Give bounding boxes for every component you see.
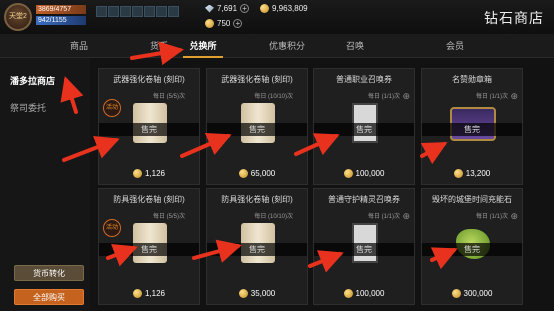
token-coin-icon — [205, 19, 214, 28]
item-name: 毁坏的城堡时间充能石 — [432, 195, 512, 204]
buff-icon — [156, 6, 167, 17]
item-name: 武器强化卷轴 (刻印) — [113, 75, 185, 84]
gold-currency: 9,963,809 — [260, 4, 308, 13]
buff-icon — [120, 6, 131, 17]
price-value: 100,000 — [355, 289, 385, 298]
item-name: 防具强化卷轴 (刻印) — [221, 195, 293, 204]
event-badge: 活动 — [103, 219, 121, 237]
item-card[interactable]: 防具强化卷轴 (刻印) 每日 (10/10)次 售完 35,000 — [206, 188, 308, 305]
gem-icon — [205, 4, 214, 13]
item-card[interactable]: 普通职业召唤券 每日 (1/1)次 ⊕ 售完 100,000 — [313, 68, 415, 185]
purchase-limit: 每日 (1/1)次 — [367, 94, 400, 100]
sold-out-label: 售完 — [422, 243, 522, 256]
purchase-limit: 每日 (10/10)次 — [254, 214, 293, 220]
purchase-limit: 每日 (1/1)次 — [475, 94, 508, 100]
shop-tabs: 商品 货币 兑换所 优惠积分 召唤 会员 — [0, 34, 554, 58]
token-amount: 750 — [217, 19, 231, 28]
item-price: 65,000 — [207, 169, 307, 178]
item-card[interactable]: 武器强化卷轴 (刻印) 活动 每日 (5/5)次 售完 1,126 — [98, 68, 200, 185]
price-value: 1,126 — [144, 289, 166, 298]
token-currency: 750 + — [205, 19, 243, 28]
zoom-icon[interactable]: ⊕ — [402, 91, 410, 102]
tab-discount-points[interactable]: 优惠积分 — [252, 34, 322, 58]
buy-all-button[interactable]: 全部购买 — [14, 289, 84, 305]
sold-out-label: 售完 — [207, 123, 307, 136]
tab-goods[interactable]: 商品 — [44, 34, 114, 58]
add-tokens-button[interactable]: + — [233, 19, 243, 28]
gem-currency: 7,691 + — [205, 4, 250, 13]
sold-out-label: 售完 — [314, 243, 414, 256]
gold-coin-icon — [451, 289, 461, 298]
item-name: 普通职业召唤券 — [336, 75, 392, 84]
buff-icon — [144, 6, 155, 17]
sold-out-label: 售完 — [207, 243, 307, 256]
player-avatar[interactable]: 天堂2 — [4, 3, 32, 31]
gold-coin-icon — [343, 169, 353, 178]
gold-coin-icon — [238, 289, 248, 298]
hp-bar: 3869/4757 — [36, 5, 86, 14]
tab-summon[interactable]: 召唤 — [320, 34, 390, 58]
gold-coin-icon — [238, 169, 248, 178]
purchase-limit: 每日 (1/1)次 — [475, 214, 508, 220]
price-value: 13,200 — [465, 169, 491, 178]
purchase-limit: 每日 (5/5)次 — [152, 214, 185, 220]
item-card[interactable]: 武器强化卷轴 (刻印) 每日 (10/10)次 售完 65,000 — [206, 68, 308, 185]
price-value: 300,000 — [463, 289, 493, 298]
item-price: 1,126 — [99, 169, 199, 178]
item-name: 名赞勋章箱 — [452, 75, 492, 84]
price-value: 35,000 — [250, 289, 276, 298]
purchase-limit: 每日 (5/5)次 — [152, 94, 185, 100]
item-price: 300,000 — [422, 289, 522, 298]
item-name: 武器强化卷轴 (刻印) — [221, 75, 293, 84]
gold-coin-icon — [260, 4, 269, 13]
buff-icons — [96, 6, 179, 17]
sidebar-item-priest-request[interactable]: 祭司委托 — [10, 101, 46, 114]
sold-out-label: 售完 — [99, 243, 199, 256]
mp-bar: 942/1155 — [36, 16, 86, 25]
gold-coin-icon — [132, 169, 142, 178]
purchase-limit: 每日 (10/10)次 — [254, 94, 293, 100]
sidebar-item-pandora-shop[interactable]: 潘多拉商店 — [10, 74, 55, 87]
gem-amount: 7,691 — [217, 4, 238, 13]
gold-coin-icon — [343, 289, 353, 298]
price-value: 100,000 — [355, 169, 385, 178]
item-card[interactable]: 防具强化卷轴 (刻印) 活动 每日 (5/5)次 售完 1,126 — [98, 188, 200, 305]
item-price: 100,000 — [314, 289, 414, 298]
price-value: 65,000 — [250, 169, 276, 178]
gold-coin-icon — [132, 289, 142, 298]
item-card[interactable]: 名赞勋章箱 每日 (1/1)次 ⊕ 售完 13,200 — [421, 68, 523, 185]
sold-out-label: 售完 — [99, 123, 199, 136]
tab-membership[interactable]: 会员 — [420, 34, 490, 58]
sidebar: 潘多拉商店 祭司委托 货币转化 全部购买 — [0, 58, 90, 311]
item-card[interactable]: 毁坏的城堡时间充能石 每日 (1/1)次 ⊕ 售完 300,000 — [421, 188, 523, 305]
add-gems-button[interactable]: + — [240, 4, 250, 13]
buff-icon — [96, 6, 107, 17]
item-price: 1,126 — [99, 289, 199, 298]
purchase-limit: 每日 (1/1)次 — [367, 214, 400, 220]
sold-out-label: 售完 — [314, 123, 414, 136]
zoom-icon[interactable]: ⊕ — [510, 91, 518, 102]
zoom-icon[interactable]: ⊕ — [402, 211, 410, 222]
buff-icon — [132, 6, 143, 17]
currency-convert-button[interactable]: 货币转化 — [14, 265, 84, 281]
buff-icon — [108, 6, 119, 17]
shop-title: 钻石商店 — [484, 10, 544, 26]
item-name: 普通守护精灵召唤券 — [328, 195, 400, 204]
gold-coin-icon — [453, 169, 463, 178]
item-card[interactable]: 普通守护精灵召唤券 每日 (1/1)次 ⊕ 售完 100,000 — [313, 188, 415, 305]
event-badge: 活动 — [103, 99, 121, 117]
price-value: 1,126 — [144, 169, 166, 178]
item-price: 100,000 — [314, 169, 414, 178]
tab-exchange[interactable]: 兑换所 — [168, 34, 238, 58]
item-name: 防具强化卷轴 (刻印) — [113, 195, 185, 204]
item-price: 35,000 — [207, 289, 307, 298]
top-bar: 天堂2 3869/4757 942/1155 7,691 + 9,963,809… — [0, 0, 554, 34]
item-price: 13,200 — [422, 169, 522, 178]
sold-out-label: 售完 — [422, 123, 522, 136]
gold-amount: 9,963,809 — [272, 4, 308, 13]
zoom-icon[interactable]: ⊕ — [510, 211, 518, 222]
buff-icon — [168, 6, 179, 17]
